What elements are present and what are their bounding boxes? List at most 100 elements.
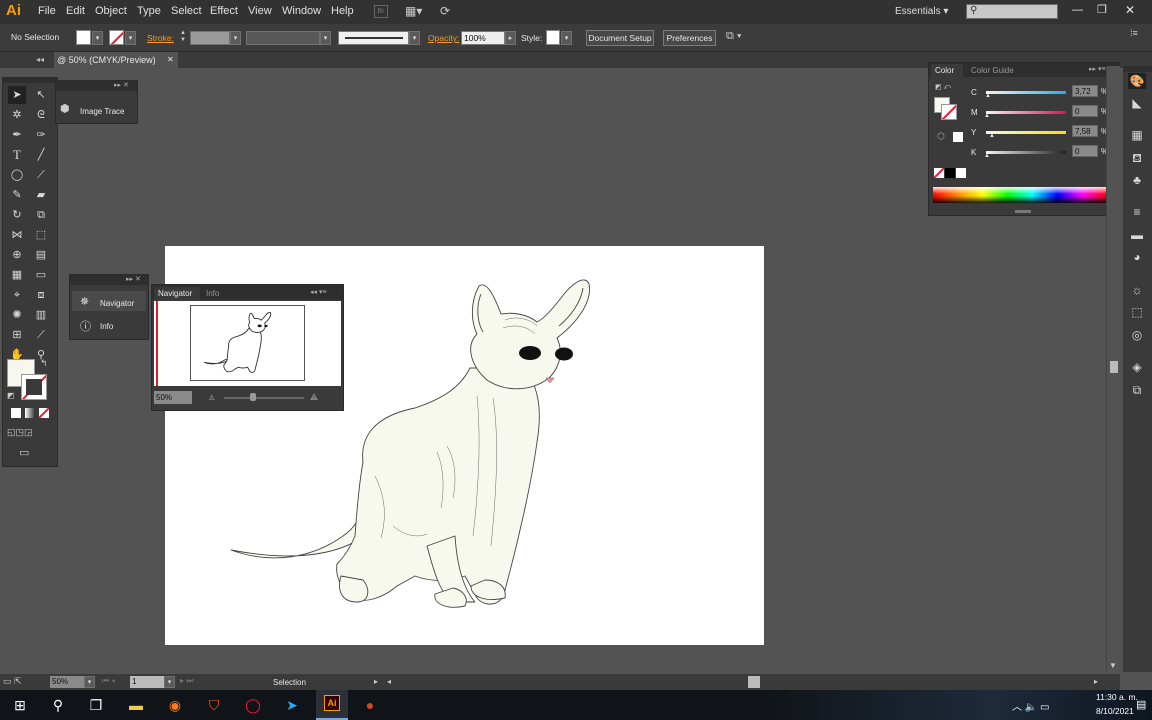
yellow-value[interactable]: 7,58	[1072, 125, 1098, 137]
navigator-icon[interactable]: ✵	[80, 295, 89, 308]
yellow-slider-thumb[interactable]: ▲	[989, 133, 995, 139]
telegram-icon[interactable]: ➤	[280, 693, 304, 717]
stroke-stepper[interactable]: ▲ ▼	[178, 30, 188, 45]
align-options-icon[interactable]: ⧉ ▾	[726, 30, 742, 43]
firefox-icon[interactable]: ◉	[163, 693, 187, 717]
live-paint-tool-icon[interactable]: ▤	[32, 246, 50, 264]
line-tool-icon[interactable]: ╱	[32, 146, 50, 164]
screen-mode-icon[interactable]: ▭	[19, 446, 39, 460]
close-button[interactable]: ✕	[1125, 3, 1135, 17]
stroke-swatch[interactable]	[109, 30, 124, 45]
pencil-tool-icon[interactable]: ✎	[8, 186, 26, 204]
navigator-dock-label[interactable]: Navigator	[100, 299, 134, 308]
artboard-number-input[interactable]: 1	[130, 676, 164, 688]
image-trace-icon[interactable]: ⬢	[60, 102, 70, 115]
document-setup-button[interactable]: Document Setup	[586, 30, 654, 46]
black-slider-thumb[interactable]: ▲	[984, 153, 990, 159]
color-tab[interactable]: Color	[935, 66, 954, 75]
taskbar-date[interactable]: 8/10/2021	[1096, 706, 1134, 716]
document-tab-close[interactable]: ✕	[167, 55, 174, 64]
stroke-color-box[interactable]	[21, 374, 47, 400]
file-explorer-icon[interactable]: ▬	[124, 693, 148, 717]
notification-center-icon[interactable]: ▤	[1136, 698, 1146, 711]
menu-type[interactable]: Type	[137, 5, 161, 17]
navigator-preview[interactable]	[190, 305, 305, 381]
magenta-slider-thumb[interactable]: ▲	[984, 113, 990, 119]
variable-width-dropdown[interactable]: ▾	[320, 31, 331, 45]
stroke-weight-input[interactable]	[190, 31, 230, 45]
symbol-sprayer-tool-icon[interactable]: ✺	[8, 306, 26, 324]
next-artboard-icon[interactable]: ▸ ⏭	[180, 676, 193, 686]
color-guide-tab[interactable]: Color Guide	[971, 66, 1014, 75]
scroll-down-arrow[interactable]: ▼	[1109, 661, 1117, 670]
menu-select[interactable]: Select	[171, 5, 202, 17]
illustrator-taskbar-button[interactable]: Ai	[316, 690, 348, 720]
search-box[interactable]: ⚲	[966, 4, 1058, 19]
menu-help[interactable]: Help	[331, 5, 354, 17]
restore-button[interactable]: ❐	[1097, 3, 1107, 16]
creative-cloud-libraries-icon[interactable]: ◎	[1128, 327, 1146, 343]
type-tool-icon[interactable]: T	[8, 146, 26, 164]
white-color-swatch[interactable]	[956, 168, 966, 178]
black-value[interactable]: 0	[1072, 145, 1098, 157]
gpu-performance-icon[interactable]: ⟳	[440, 4, 458, 20]
magenta-value[interactable]: 0	[1072, 105, 1098, 117]
direct-selection-tool-icon[interactable]: ↖	[32, 86, 50, 104]
menu-effect[interactable]: Effect	[210, 5, 238, 17]
default-fill-stroke-icon[interactable]: ◩ ⤺	[935, 83, 951, 92]
color-guide-icon[interactable]: ◣	[1128, 95, 1146, 111]
yellow-slider[interactable]	[986, 131, 1066, 134]
blend-tool-icon[interactable]: ⧈	[32, 286, 50, 304]
status-menu-arrow[interactable]: ▸	[374, 677, 378, 686]
fill-swatch[interactable]	[76, 30, 91, 45]
first-artboard-icon[interactable]: ⏮ ◂	[102, 676, 115, 686]
artboards-panel-icon[interactable]: ⧉	[1128, 382, 1146, 398]
zoom-in-icon[interactable]: ⟁	[310, 392, 318, 403]
ellipse-tool-icon[interactable]: ◯	[8, 166, 26, 184]
navigator-zoom-thumb[interactable]	[250, 393, 256, 401]
stroke-dropdown[interactable]: ▾	[125, 31, 136, 45]
artboard-dropdown[interactable]: ▾	[164, 676, 175, 688]
navigator-panel-menu-icon[interactable]: ◂◂ ▾≡	[310, 288, 327, 296]
status-icons[interactable]: ▭ ⇱	[3, 676, 22, 687]
fill-dropdown[interactable]: ▾	[92, 31, 103, 45]
windows-start-icon[interactable]: ⊞	[8, 693, 32, 717]
taskbar-time[interactable]: 11:30 a. m.	[1096, 692, 1138, 702]
scroll-right-arrow[interactable]: ▸	[1094, 677, 1098, 686]
document-tab-title[interactable]: @ 50% (CMYK/Preview)	[57, 55, 156, 65]
black-color-swatch[interactable]	[945, 168, 955, 178]
minimize-button[interactable]: —	[1072, 4, 1083, 16]
graphic-styles-icon[interactable]: ⬚	[1128, 304, 1146, 320]
cyan-slider-thumb[interactable]: ▲	[985, 93, 991, 99]
gradient-tool-icon[interactable]: ▭	[32, 266, 50, 284]
brush-definition[interactable]	[338, 31, 409, 45]
shape-builder-tool-icon[interactable]: ⊕	[8, 246, 26, 264]
appearance-panel-icon[interactable]: ☼	[1128, 282, 1146, 298]
vertical-scrollbar[interactable]: ▼	[1106, 66, 1120, 672]
navigator-zoom-slider[interactable]	[224, 397, 304, 399]
zoom-out-icon[interactable]: ◬	[209, 393, 214, 401]
style-dropdown[interactable]: ▾	[561, 31, 572, 45]
scale-tool-icon[interactable]: ⧉	[32, 206, 50, 224]
cyan-slider[interactable]	[986, 91, 1066, 94]
control-panel-menu-icon[interactable]: ⁞≡	[1130, 28, 1138, 38]
transparency-panel-icon[interactable]: ◕	[1128, 249, 1146, 265]
free-transform-tool-icon[interactable]: ⬚	[32, 226, 50, 244]
brushes-icon[interactable]: ⛾	[1128, 150, 1146, 166]
graphic-style-swatch[interactable]	[546, 30, 560, 45]
collapse-tools-icon[interactable]: ◂◂	[36, 55, 44, 64]
menu-edit[interactable]: Edit	[66, 5, 85, 17]
color-panel-menu-icon[interactable]: ▸▸ ▾≡	[1089, 65, 1106, 73]
info-dock-label[interactable]: Info	[100, 322, 113, 331]
preferences-button[interactable]: Preferences	[663, 30, 716, 46]
magic-wand-tool-icon[interactable]: ✲	[8, 106, 26, 124]
rotate-tool-icon[interactable]: ↻	[8, 206, 26, 224]
none-color-swatch[interactable]	[934, 168, 944, 178]
task-view-icon[interactable]: ❐	[84, 693, 108, 717]
layers-panel-icon[interactable]: ◈	[1128, 359, 1146, 375]
opacity-arrow[interactable]: ▸	[505, 31, 516, 45]
tray-icons[interactable]: ︿ 🔈 ▭	[1012, 698, 1049, 713]
pen-tool-icon[interactable]: ✒	[8, 126, 26, 144]
gradient-panel-icon[interactable]: ▬	[1128, 227, 1146, 243]
color-stroke-swatch[interactable]	[941, 104, 957, 120]
